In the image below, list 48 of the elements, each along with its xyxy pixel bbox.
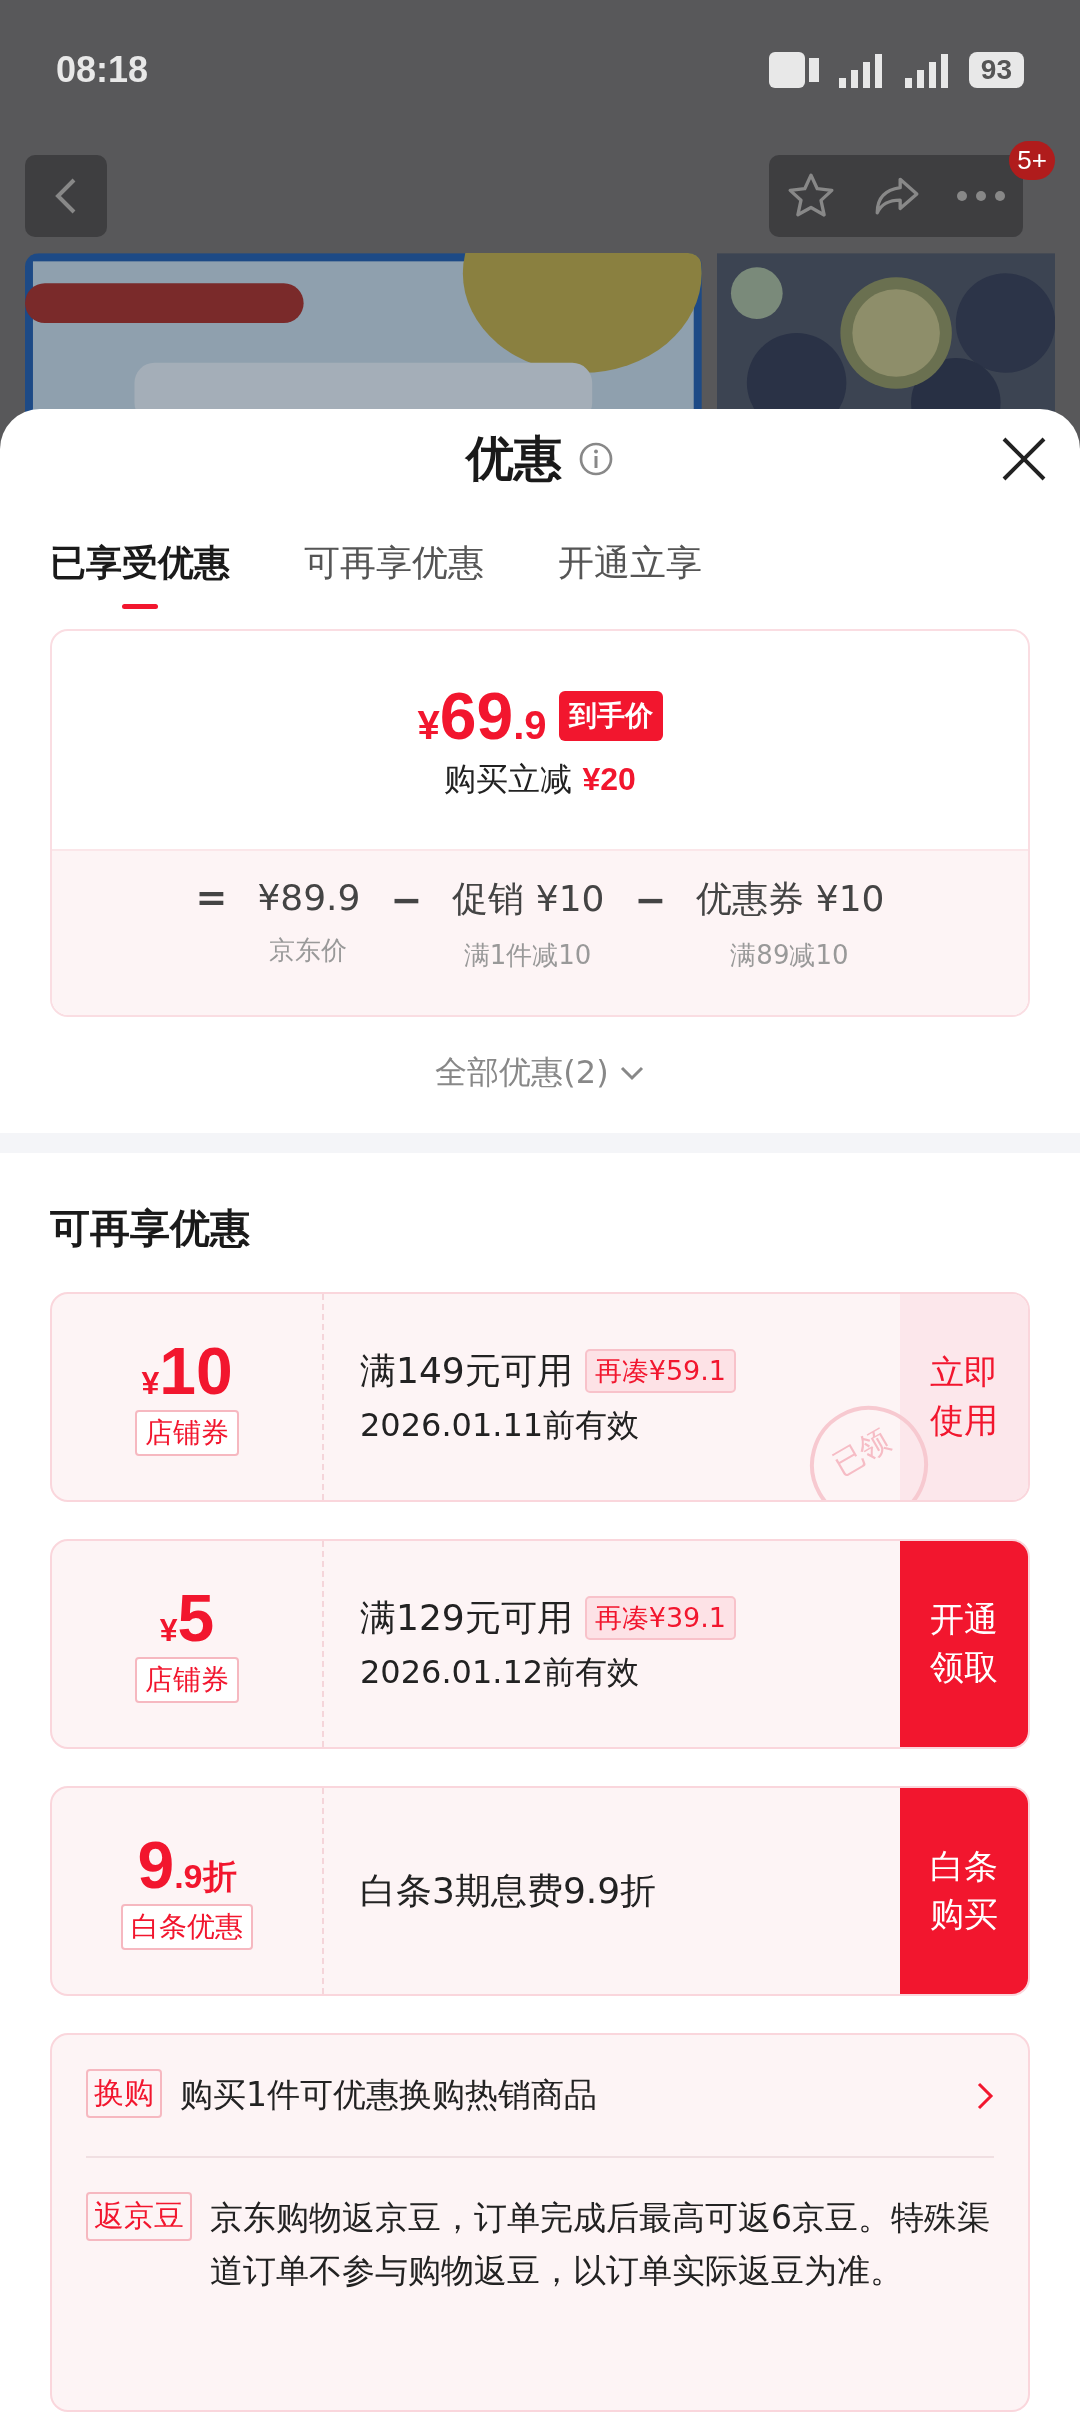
- final-price: ¥69.9: [417, 678, 547, 754]
- coupon-type: 白条优惠: [121, 1904, 253, 1950]
- coupon-type: 店铺券: [135, 1657, 239, 1703]
- benefit-text: 京东购物返京豆，订单完成后最高可返6京豆。特殊渠道订单不参与购物返豆，以订单实际返豆为准。: [210, 2196, 991, 2292]
- coupon-condition: 白条3期息费9.9折: [360, 1868, 657, 1913]
- back-button[interactable]: [25, 155, 107, 237]
- gap-tag: 再凑¥39.1: [584, 1596, 736, 1640]
- coupon-validity: 2026.01.12前有效: [360, 1651, 640, 1693]
- tab[interactable]: 可再享优惠: [304, 539, 484, 609]
- coupon-condition: 满149元可用: [360, 1348, 573, 1393]
- operator: −: [390, 877, 423, 922]
- coupon-amount: 9.9折: [137, 1832, 237, 1898]
- notification-badge: 5+: [1009, 141, 1055, 180]
- price-note: 满1件减10: [462, 939, 592, 972]
- tab[interactable]: 已享受优惠: [50, 539, 230, 609]
- saving-text: 购买立减 ¥20: [444, 759, 636, 800]
- coupon-condition: 满129元可用: [360, 1595, 573, 1640]
- price-note: 满89减10: [729, 939, 849, 972]
- price-part: ¥89.9: [257, 876, 361, 918]
- benefit-tag: 换购: [86, 2069, 162, 2118]
- status-time: 08:18: [56, 49, 149, 91]
- back-icon: [54, 176, 78, 216]
- benefit-tag: 返京豆: [86, 2191, 192, 2241]
- chevron-down-icon: [618, 1065, 645, 1081]
- price-part: 优惠券 ¥10: [696, 877, 885, 921]
- price-note: 京东价: [268, 934, 347, 967]
- coupon-amount: ¥10: [141, 1338, 233, 1404]
- coupon-amount: ¥5: [159, 1585, 215, 1651]
- price-part: 促销 ¥10: [452, 877, 605, 921]
- operator: −: [634, 877, 667, 922]
- section-title: 可再享优惠: [49, 1204, 251, 1253]
- close-button[interactable]: [1000, 435, 1048, 483]
- coupon-type: 店铺券: [135, 1410, 239, 1456]
- coupon-action-button[interactable]: 白条 购买: [900, 1788, 1028, 1994]
- battery-level: 93: [968, 52, 1024, 88]
- tab[interactable]: 开通立享: [558, 539, 702, 609]
- all-offers-toggle[interactable]: 全部优惠(2): [435, 1051, 645, 1095]
- operator: =: [195, 875, 228, 919]
- sheet-title: 优惠: [466, 429, 562, 488]
- chevron-icon[interactable]: [976, 2081, 994, 2111]
- coupon-validity: 2026.01.11前有效: [360, 1404, 640, 1446]
- info-icon[interactable]: [578, 441, 614, 477]
- more-icon[interactable]: [955, 190, 1006, 202]
- gap-tag: 再凑¥59.1: [584, 1349, 736, 1393]
- price-badge: 到手价: [558, 691, 663, 741]
- coupon-action-button[interactable]: 立即 使用: [900, 1294, 1028, 1500]
- benefit-text: 购买1件可优惠换购热销商品: [180, 2074, 598, 2116]
- coupon-action-button[interactable]: 开通 领取: [900, 1541, 1028, 1747]
